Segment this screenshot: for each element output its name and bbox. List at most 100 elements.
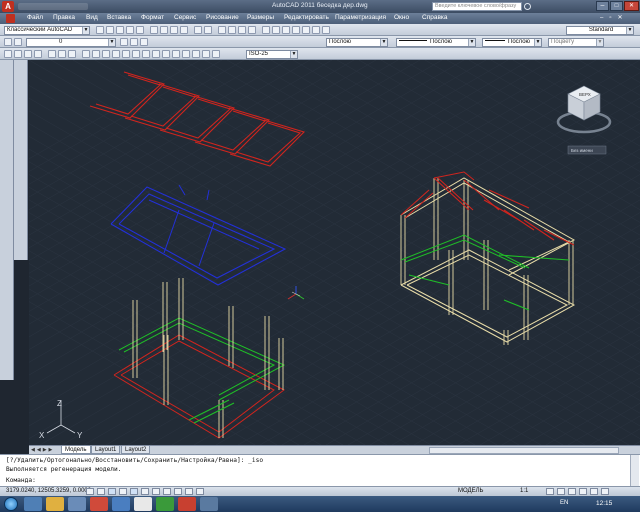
zoom-realtime-icon[interactable] (228, 26, 236, 34)
doc-window-controls[interactable]: –▫✕ (600, 14, 636, 23)
dimstyle-combo[interactable]: ISO-25 ▼ (246, 49, 298, 59)
layer-combo[interactable]: 0 ▼ (26, 37, 116, 47)
taskbar-app-icon-4[interactable] (200, 497, 218, 511)
tray-clock[interactable]: 12:15 (596, 500, 612, 507)
markup-icon[interactable] (302, 26, 310, 34)
app-menu-button[interactable]: A (2, 1, 14, 12)
save-icon[interactable] (116, 26, 124, 34)
center-mark-icon[interactable] (192, 50, 200, 58)
dim-arc-icon[interactable] (102, 50, 110, 58)
plotstyle-combo[interactable]: Поцвету ▼ (548, 37, 604, 47)
view-icon-2[interactable] (14, 50, 22, 58)
menu-window[interactable]: Окно (394, 14, 409, 21)
cut-icon[interactable] (150, 26, 158, 34)
dim-edit-icon[interactable] (202, 50, 210, 58)
search-box[interactable]: Введите ключевое слово/фразу (432, 2, 522, 11)
color-combo[interactable]: Послою ▼ (326, 37, 388, 47)
menu-insert[interactable]: Вставка (107, 14, 131, 21)
match-properties-icon[interactable] (180, 26, 188, 34)
menu-file[interactable]: Файл (27, 14, 43, 21)
taskbar-media-icon[interactable] (68, 497, 86, 511)
menu-format[interactable]: Формат (141, 14, 164, 21)
dim-leader-icon[interactable] (172, 50, 180, 58)
taskbar-autocad-icon[interactable] (178, 497, 196, 511)
tool-palettes-icon[interactable] (282, 26, 290, 34)
command-prompt[interactable]: Команда: (6, 477, 36, 484)
menu-modify[interactable]: Редактировать (284, 14, 329, 21)
taskbar-app-icon-1[interactable] (112, 497, 130, 511)
model-space-toggle[interactable]: МОДЕЛЬ (458, 488, 483, 494)
quick-access-toolbar[interactable] (18, 3, 88, 10)
dim-update-icon[interactable] (212, 50, 220, 58)
dim-radius-icon[interactable] (122, 50, 130, 58)
print-icon[interactable] (126, 26, 134, 34)
menu-view[interactable]: Вид (86, 14, 98, 21)
preview-icon[interactable] (136, 26, 144, 34)
tray-language[interactable]: EN (560, 500, 568, 506)
taskbar-ie-icon[interactable] (24, 497, 42, 511)
undo-icon[interactable] (194, 26, 202, 34)
command-window[interactable]: [?/Удалить/Ортогонально/Восстановить/Сох… (0, 454, 640, 486)
menu-draw[interactable]: Рисование (206, 14, 239, 21)
view-icon-4[interactable] (34, 50, 42, 58)
dim-angular-icon[interactable] (142, 50, 150, 58)
tab-nav-arrows[interactable]: ◀◀▶▶ (31, 447, 59, 454)
menu-edit[interactable]: Правка (53, 14, 75, 21)
menu-parametric[interactable]: Параметризация (335, 14, 386, 21)
tab-layout2[interactable]: Layout2 (121, 446, 151, 454)
dim-continue-icon[interactable] (162, 50, 170, 58)
drafting-toggles[interactable] (86, 488, 236, 495)
linetype-combo[interactable]: Послою ▼ (396, 37, 476, 47)
design-center-icon[interactable] (272, 26, 280, 34)
zoom-previous-icon[interactable] (248, 26, 256, 34)
new-icon[interactable] (96, 26, 104, 34)
make-current-icon[interactable] (120, 38, 128, 46)
standard-style-combo[interactable]: Standard ▼ (566, 25, 634, 35)
view-icon-3[interactable] (24, 50, 32, 58)
drawing-viewport[interactable]: Z X Y ВЕРХ Без имени (29, 60, 640, 445)
taskbar-explorer-icon[interactable] (46, 497, 64, 511)
start-button-icon[interactable] (4, 497, 18, 511)
menu-dimension[interactable]: Размеры (247, 14, 274, 21)
free-orbit-icon[interactable] (58, 50, 66, 58)
doc-icon[interactable] (6, 14, 15, 23)
menu-help[interactable]: Справка (422, 14, 448, 21)
taskbar-opera-icon[interactable] (90, 497, 108, 511)
tab-layout1[interactable]: Layout1 (91, 446, 121, 454)
layer-isolate-icon[interactable] (140, 38, 148, 46)
annotation-scale[interactable]: 1:1 (520, 488, 528, 494)
open-icon[interactable] (106, 26, 114, 34)
view-icon-1[interactable] (4, 50, 12, 58)
redo-icon[interactable] (204, 26, 212, 34)
copy-icon[interactable] (160, 26, 168, 34)
search-icon[interactable] (524, 3, 531, 10)
dim-linear-icon[interactable] (82, 50, 90, 58)
close-button[interactable]: ✕ (624, 1, 639, 11)
maximize-button[interactable]: □ (610, 1, 623, 11)
help-icon[interactable] (322, 26, 330, 34)
sheet-set-icon[interactable] (292, 26, 300, 34)
tab-model[interactable]: Модель (61, 446, 91, 454)
wcs-menu[interactable]: Без имени (567, 145, 607, 155)
lineweight-combo[interactable]: Послою ▼ (482, 37, 542, 47)
status-tray-icons[interactable] (546, 488, 636, 495)
orbit-icon[interactable] (48, 50, 56, 58)
dim-diameter-icon[interactable] (132, 50, 140, 58)
command-scrollbar[interactable] (630, 455, 639, 486)
workspace-combo[interactable]: Классический AutoCAD ▼ (4, 25, 90, 35)
calculator-icon[interactable] (312, 26, 320, 34)
layer-manager-icon[interactable] (4, 38, 12, 46)
horizontal-scrollbar[interactable] (429, 447, 619, 454)
zoom-window-icon[interactable] (238, 26, 246, 34)
minimize-button[interactable]: – (596, 1, 609, 11)
dim-baseline-icon[interactable] (152, 50, 160, 58)
dim-ordinate-icon[interactable] (112, 50, 120, 58)
properties-icon[interactable] (262, 26, 270, 34)
paste-icon[interactable] (170, 26, 178, 34)
tolerance-icon[interactable] (182, 50, 190, 58)
coordinates-readout[interactable]: 3179.0240, 12505.3259, 0.0000 (6, 488, 91, 494)
menu-tools[interactable]: Сервис (174, 14, 196, 21)
model-space[interactable]: Z X Y ВЕРХ Без имени (29, 60, 640, 445)
continuous-orbit-icon[interactable] (68, 50, 76, 58)
layer-states-icon[interactable] (14, 38, 22, 46)
